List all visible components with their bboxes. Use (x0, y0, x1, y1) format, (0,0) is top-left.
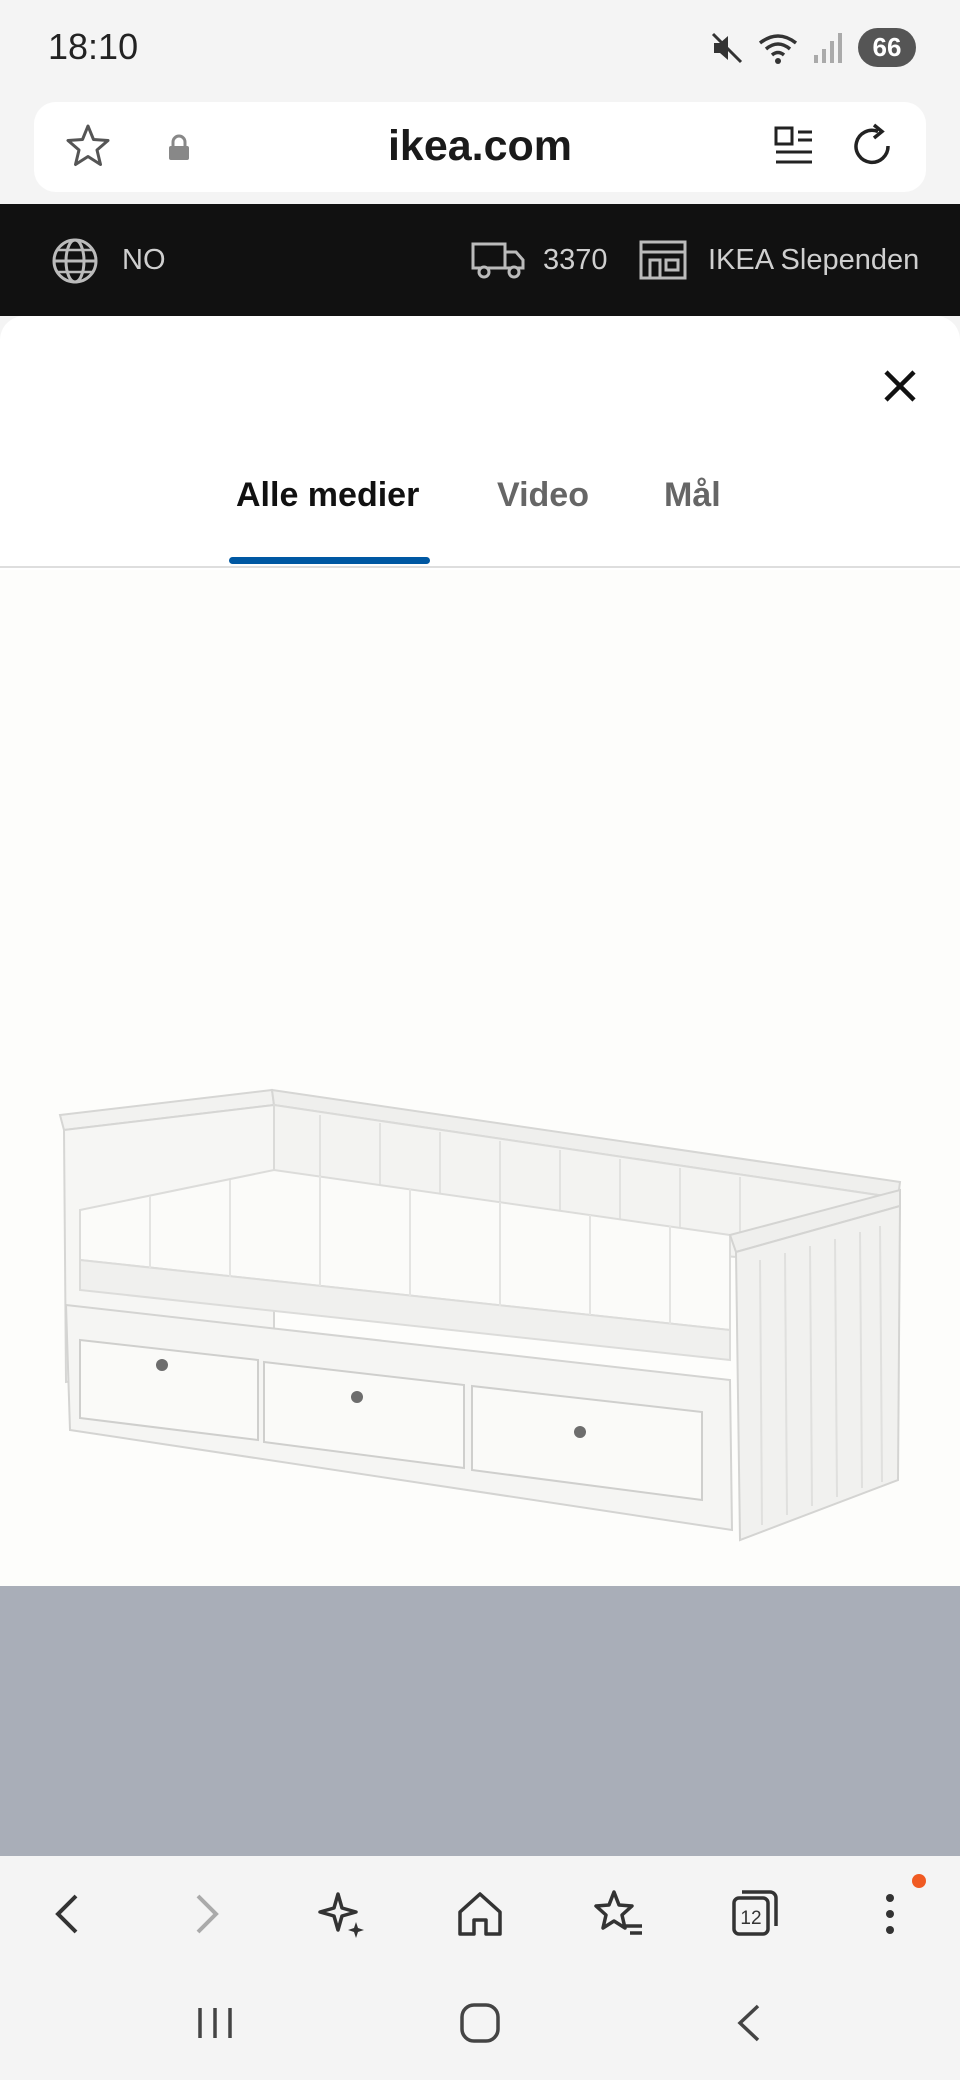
ai-sparkle-icon[interactable] (314, 1886, 370, 1942)
media-modal: Alle medier Video Mål (0, 316, 960, 1856)
browser-toolbar: 12 (0, 1856, 960, 1968)
tabs-icon[interactable]: 12 (726, 1886, 782, 1942)
system-back-icon[interactable] (726, 1998, 776, 2048)
active-tab-indicator (229, 557, 430, 564)
media-tabs: Alle medier Video Mål (0, 476, 960, 568)
status-icons: 66 (710, 28, 916, 67)
menu-more-icon[interactable] (862, 1886, 918, 1942)
recent-apps-icon[interactable] (190, 1998, 240, 2048)
tab-all-media[interactable]: Alle medier (236, 476, 419, 515)
tab-dimensions[interactable]: Mål (664, 476, 721, 515)
product-image[interactable] (0, 570, 960, 1586)
reader-mode-icon[interactable] (772, 124, 816, 170)
wifi-icon (758, 31, 798, 65)
delivery-truck-icon[interactable] (470, 238, 526, 282)
store-icon[interactable] (638, 238, 688, 282)
store-name[interactable]: IKEA Slependen (708, 244, 919, 277)
home-button-icon[interactable] (455, 1998, 505, 2048)
delivery-zip[interactable]: 3370 (543, 244, 608, 277)
bookmarks-icon[interactable] (590, 1886, 646, 1942)
signal-icon (812, 31, 844, 65)
notification-dot (912, 1874, 926, 1888)
site-header: NO 3370 IKEA Slependen (0, 204, 960, 316)
tab-video[interactable]: Video (497, 476, 589, 515)
close-icon[interactable] (874, 360, 926, 412)
country-selector[interactable]: NO (122, 244, 166, 277)
mute-icon (710, 31, 744, 65)
status-time: 18:10 (48, 26, 139, 67)
forward-icon[interactable] (178, 1886, 234, 1942)
reload-icon[interactable] (848, 122, 896, 170)
battery-indicator: 66 (858, 28, 916, 67)
address-bar[interactable]: ikea.com (34, 102, 926, 192)
tab-count: 12 (740, 1908, 761, 1929)
status-bar: 18:10 66 (0, 0, 960, 100)
system-navigation (0, 1968, 960, 2080)
globe-icon[interactable] (50, 236, 100, 286)
product-image-secondary[interactable] (0, 1586, 960, 1856)
back-icon[interactable] (40, 1886, 96, 1942)
home-icon[interactable] (452, 1886, 508, 1942)
